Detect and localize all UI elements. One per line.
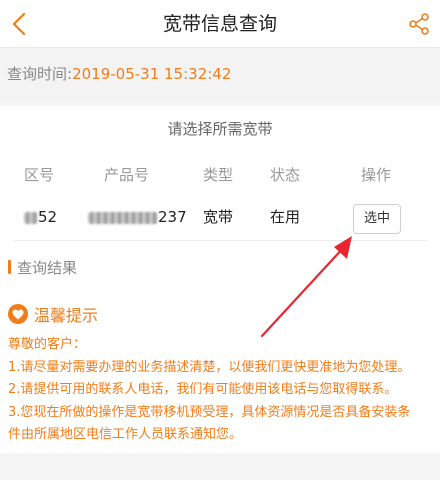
column-header-area-code: 区号 <box>24 166 55 184</box>
product-no-visible: 237 <box>158 208 187 226</box>
column-header-status: 状态 <box>270 166 301 184</box>
tips-greeting: 尊敬的客户： <box>8 337 87 352</box>
broadband-card: 请选择所需宽带 区号 产品号 类型 状态 操作 52 237 宽带 在用 选中 … <box>0 106 440 453</box>
heart-icon <box>8 304 28 324</box>
share-button[interactable] <box>404 9 434 39</box>
status-cell: 在用 <box>270 208 301 226</box>
area-code-cell: 52 <box>24 199 70 235</box>
redacted-area-code <box>24 211 38 224</box>
tips-line-4: 件由所属地区电信工作人员联系通知您。 <box>8 427 243 442</box>
select-button[interactable]: 选中 <box>353 204 401 234</box>
tips-heading: 温馨提示 <box>8 302 98 326</box>
query-time-value: 2019-05-31 15:32:42 <box>72 65 232 83</box>
product-no-cell: 237 <box>88 199 188 235</box>
accent-bar <box>8 260 11 274</box>
query-time-label: 查询时间: <box>7 65 73 83</box>
column-header-product-no: 产品号 <box>104 166 150 184</box>
query-result-label: 查询结果 <box>17 258 78 277</box>
top-bar: 宽带信息查询 <box>0 0 440 48</box>
tips-body: 尊敬的客户： 1.请尽量对需要办理的业务描述清楚，以便我们更快更准地为您处理。 … <box>8 334 438 447</box>
type-cell: 宽带 <box>203 208 234 226</box>
select-broadband-title: 请选择所需宽带 <box>167 120 273 138</box>
tips-line-3: 3.您现在所做的操作是宽带移机预受理，具体资源情况是否具备安装条 <box>8 404 411 420</box>
redacted-product-no <box>88 211 158 224</box>
row-divider <box>14 240 428 241</box>
table-header: 区号 产品号 类型 状态 操作 <box>0 162 440 188</box>
share-icon <box>409 13 429 35</box>
tips-line-2: 2.请提供可用的联系人电话，我们有可能使用该电话与您取得联系。 <box>8 382 398 397</box>
query-result-heading: 查询结果 <box>8 257 77 277</box>
column-header-type: 类型 <box>203 166 234 184</box>
tips-title: 温馨提示 <box>34 306 99 325</box>
area-code-visible: 52 <box>38 208 58 226</box>
page-title: 宽带信息查询 <box>162 13 277 35</box>
column-header-action: 操作 <box>361 166 392 184</box>
query-time: 查询时间:2019-05-31 15:32:42 <box>0 49 440 99</box>
tips-line-1: 1.请尽量对需要办理的业务描述清楚，以便我们更快更准地为您处理。 <box>8 359 411 375</box>
